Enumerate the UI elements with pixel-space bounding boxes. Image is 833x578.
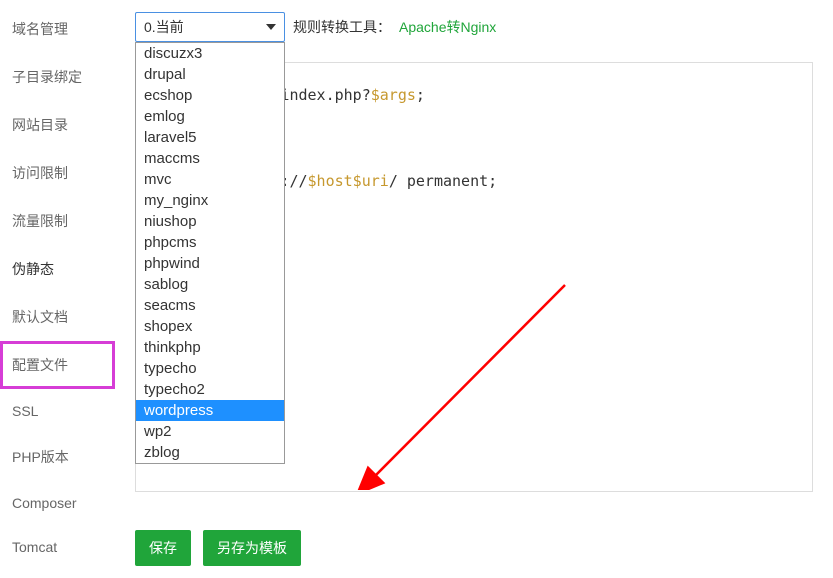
sidebar-item-composer[interactable]: Composer <box>0 481 115 525</box>
dropdown-option-seacms[interactable]: seacms <box>136 295 284 316</box>
apache-nginx-link[interactable]: Apache转Nginx <box>399 17 496 37</box>
dropdown-option-phpwind[interactable]: phpwind <box>136 253 284 274</box>
sidebar-item-config[interactable]: 配置文件 <box>0 341 115 389</box>
sidebar-item-domain[interactable]: 域名管理 <box>0 5 115 53</box>
dropdown-option-thinkphp[interactable]: thinkphp <box>136 337 284 358</box>
select-current-value: 0.当前 <box>144 17 184 37</box>
dropdown-option-niushop[interactable]: niushop <box>136 211 284 232</box>
dropdown-option-sablog[interactable]: sablog <box>136 274 284 295</box>
sidebar-item-default-doc[interactable]: 默认文档 <box>0 293 115 341</box>
template-dropdown: discuzx3drupalecshopemloglaravel5maccmsm… <box>135 42 285 464</box>
template-select-wrap: 0.当前 discuzx3drupalecshopemloglaravel5ma… <box>135 12 285 42</box>
dropdown-option-wp2[interactable]: wp2 <box>136 421 284 442</box>
dropdown-option-zblog[interactable]: zblog <box>136 442 284 463</box>
sidebar-item-ssl[interactable]: SSL <box>0 389 115 433</box>
dropdown-option-typecho2[interactable]: typecho2 <box>136 379 284 400</box>
dropdown-option-wordpress[interactable]: wordpress <box>136 400 284 421</box>
sidebar-item-webdir[interactable]: 网站目录 <box>0 101 115 149</box>
save-as-template-button[interactable]: 另存为模板 <box>203 530 301 566</box>
dropdown-option-shopex[interactable]: shopex <box>136 316 284 337</box>
dropdown-option-emlog[interactable]: emlog <box>136 106 284 127</box>
sidebar-item-subdir[interactable]: 子目录绑定 <box>0 53 115 101</box>
sidebar-item-tomcat[interactable]: Tomcat <box>0 525 115 569</box>
save-button[interactable]: 保存 <box>135 530 191 566</box>
dropdown-option-laravel5[interactable]: laravel5 <box>136 127 284 148</box>
main-content: 0.当前 discuzx3drupalecshopemloglaravel5ma… <box>115 0 833 578</box>
tool-label: 规则转换工具： <box>293 17 391 37</box>
dropdown-option-maccms[interactable]: maccms <box>136 148 284 169</box>
sidebar-item-rewrite[interactable]: 伪静态 <box>0 245 115 293</box>
dropdown-option-mvc[interactable]: mvc <box>136 169 284 190</box>
sidebar-item-php[interactable]: PHP版本 <box>0 433 115 481</box>
sidebar-item-traffic[interactable]: 流量限制 <box>0 197 115 245</box>
template-select[interactable]: 0.当前 <box>135 12 285 42</box>
dropdown-option-typecho[interactable]: typecho <box>136 358 284 379</box>
dropdown-option-discuzx3[interactable]: discuzx3 <box>136 43 284 64</box>
dropdown-option-phpcms[interactable]: phpcms <box>136 232 284 253</box>
dropdown-option-ecshop[interactable]: ecshop <box>136 85 284 106</box>
dropdown-option-my_nginx[interactable]: my_nginx <box>136 190 284 211</box>
sidebar-item-access[interactable]: 访问限制 <box>0 149 115 197</box>
sidebar: 域名管理 子目录绑定 网站目录 访问限制 流量限制 伪静态 默认文档 配置文件 … <box>0 0 115 578</box>
dropdown-option-drupal[interactable]: drupal <box>136 64 284 85</box>
